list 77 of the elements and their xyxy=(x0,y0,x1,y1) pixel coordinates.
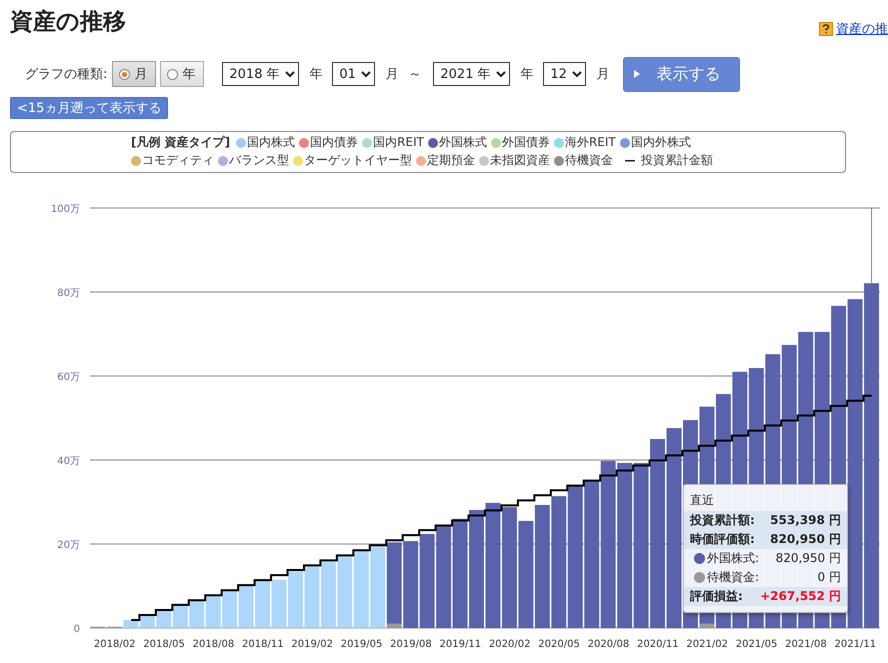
month-unit-label: 月 xyxy=(596,66,610,83)
x-axis-label: 2018/05 xyxy=(143,639,185,650)
y-axis-label: 80万 xyxy=(57,288,80,299)
x-axis-label: 2020/02 xyxy=(488,639,530,650)
x-axis-label: 2020/11 xyxy=(637,639,679,650)
x-axis-label: 2021/11 xyxy=(834,639,876,650)
legend-label: 海外REIT xyxy=(564,134,616,151)
x-axis-label: 2021/02 xyxy=(686,639,728,650)
page-title: 資産の推移 xyxy=(10,8,126,37)
graph-type-radio[interactable]: 年 xyxy=(160,61,204,87)
x-axis-label: 2020/05 xyxy=(538,639,580,650)
legend-label: バランス型 xyxy=(229,152,289,169)
bar xyxy=(255,580,270,628)
month-unit-label: 月 xyxy=(385,66,398,83)
legend-label: 待機資金 xyxy=(565,152,613,169)
legend-label: 定期預金 xyxy=(427,152,475,169)
legend-label: 外国株式 xyxy=(438,134,487,151)
x-axis-label: 2021/05 xyxy=(736,639,778,650)
start-year-select[interactable]: 2018 年 xyxy=(222,62,300,86)
y-axis-label: 20万 xyxy=(57,540,80,551)
x-axis-label: 2021/08 xyxy=(785,639,827,650)
bar xyxy=(288,571,303,628)
x-axis-label: 2019/05 xyxy=(340,639,382,650)
legend-label: 未指図資産 xyxy=(490,152,550,169)
legend-label: 国内債券 xyxy=(310,134,358,151)
tooltip-label: 投資累計額: xyxy=(690,512,755,529)
bar xyxy=(304,566,320,628)
x-axis-label: 2018/02 xyxy=(94,639,136,650)
tooltip-title: 直近 xyxy=(689,492,715,509)
x-axis-label: 2020/08 xyxy=(588,639,630,650)
x-axis-label: 2018/11 xyxy=(242,639,284,650)
end-year-select[interactable]: 2021 年 xyxy=(433,62,510,86)
x-axis-label: 2019/11 xyxy=(440,639,482,650)
tooltip-value: 553,398 円 xyxy=(770,512,841,529)
end-month-select[interactable]: 12 xyxy=(543,62,586,86)
bar xyxy=(320,562,336,628)
y-axis-label: 40万 xyxy=(57,456,80,467)
legend-title: [凡例 資産タイプ] xyxy=(131,134,230,151)
legend-label: ターゲットイヤー型 xyxy=(304,152,412,169)
y-axis-label: 100万 xyxy=(50,204,80,215)
legend-line-icon xyxy=(625,158,635,162)
legend-label: 外国債券 xyxy=(502,134,550,151)
tooltip-value: 0 円 xyxy=(818,569,841,586)
help-link[interactable]: 資産の推 xyxy=(836,20,888,38)
x-axis-label: 2019/02 xyxy=(291,639,333,650)
start-month-select[interactable]: 01 xyxy=(332,62,376,86)
graph-type-radio[interactable]: 月 xyxy=(112,61,156,87)
go-back-button[interactable]: <15ヵ月遡って表示する xyxy=(10,97,168,119)
range-separator: ～ xyxy=(408,66,422,83)
bar xyxy=(272,580,286,628)
legend-label: コモディティ xyxy=(142,152,214,169)
x-axis-label: 2018/08 xyxy=(192,639,234,650)
bar xyxy=(222,589,238,628)
legend-label: 国内株式 xyxy=(247,134,296,151)
tooltip-value: 820,950 円 xyxy=(776,550,841,567)
show-button[interactable]: 表示する xyxy=(623,56,740,92)
tooltip-label: 時価評価額: xyxy=(690,531,755,548)
tooltip-value: 820,950 円 xyxy=(770,531,841,548)
tooltip-label: 待機資金: xyxy=(707,569,760,586)
bar xyxy=(206,596,221,628)
year-unit-label: 年 xyxy=(309,66,322,83)
tooltip-label: 外国株式: xyxy=(707,550,760,567)
graph-type-label: グラフの種類: xyxy=(25,66,108,83)
legend-label: 国内REIT xyxy=(373,134,424,151)
legend-label: 国内外株式 xyxy=(630,134,691,151)
help-icon xyxy=(819,22,833,36)
bar xyxy=(238,584,254,628)
play-icon xyxy=(634,70,640,78)
tooltip-value: +267,552 円 xyxy=(760,588,841,605)
y-axis-label: 0 xyxy=(74,624,80,635)
bar xyxy=(172,604,188,628)
x-axis-label: 2019/08 xyxy=(390,639,432,650)
bar xyxy=(189,600,204,628)
tooltip-label: 評価損益: xyxy=(690,588,743,605)
legend-label: 投資累計金額 xyxy=(641,152,713,169)
year-unit-label: 年 xyxy=(520,66,534,83)
y-axis-label: 60万 xyxy=(57,372,80,383)
